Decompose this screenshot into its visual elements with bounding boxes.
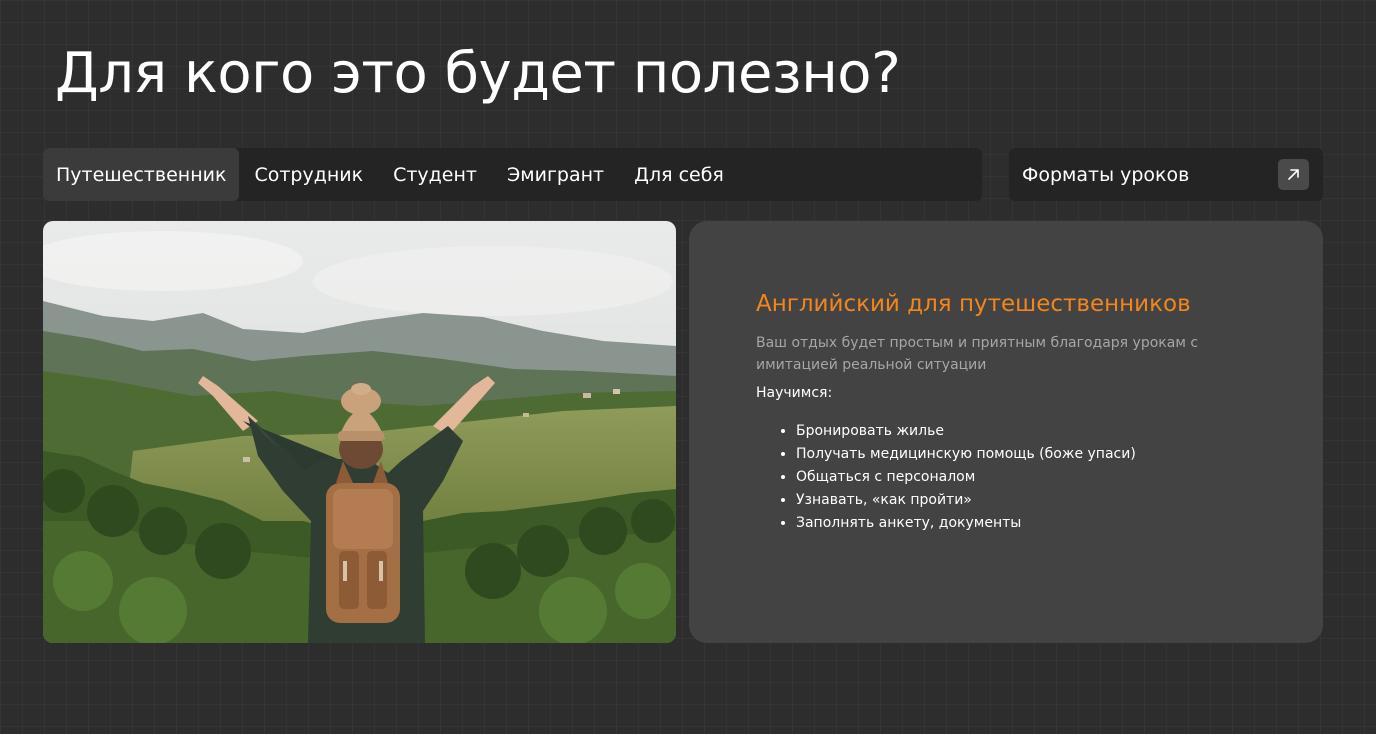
list-item: Бронировать жилье [796,420,1263,443]
lesson-formats-label: Форматы уроков [1022,163,1190,186]
arrow-up-right-icon [1278,159,1309,190]
page-title: Для кого это будет полезно? [55,41,901,106]
tab-employee[interactable]: Сотрудник [239,148,378,201]
tab-student[interactable]: Студент [378,148,492,201]
info-description: Ваш отдых будет простым и приятным благо… [756,335,1199,373]
tab-for-self[interactable]: Для себя [619,148,739,201]
traveler-photo [43,221,676,643]
info-panel: Английский для путешественников Ваш отды… [689,221,1323,643]
learn-heading: Научимся: [756,385,833,401]
list-item: Заполнять анкету, документы [796,512,1263,535]
audience-tabs: Путешественник Сотрудник Студент Эмигран… [43,148,982,201]
list-item: Узнавать, «как пройти» [796,489,1263,512]
learn-list: Бронировать жилье Получать медицинскую п… [756,420,1263,535]
info-title: Английский для путешественников [756,291,1191,317]
list-item: Общаться с персоналом [796,466,1263,489]
list-item: Получать медицинскую помощь (боже упаси) [796,443,1263,466]
tab-emigrant[interactable]: Эмигрант [492,148,619,201]
lesson-formats-button[interactable]: Форматы уроков [1009,148,1323,201]
tab-traveler[interactable]: Путешественник [43,148,240,201]
